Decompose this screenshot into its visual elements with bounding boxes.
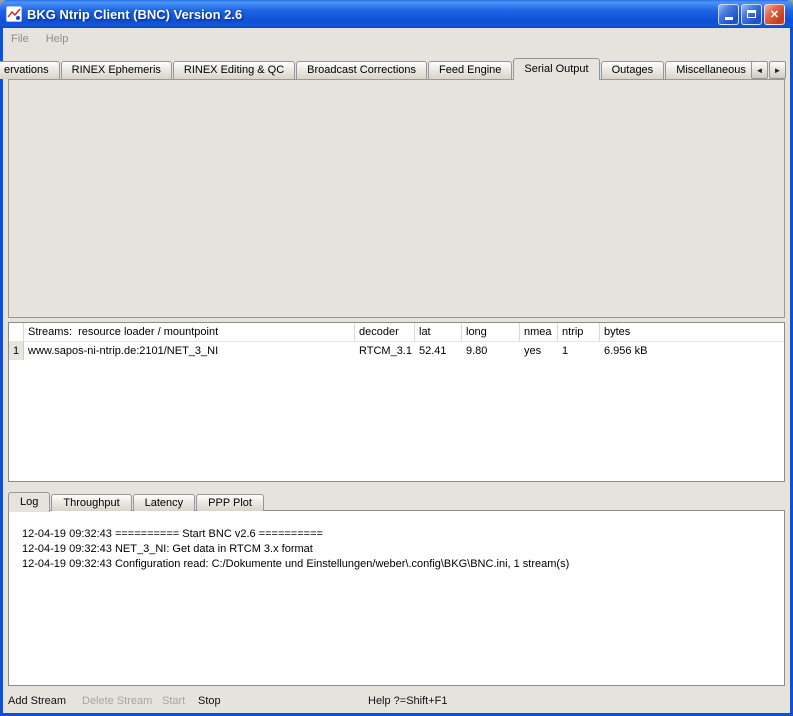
header-decoder[interactable]: decoder (355, 323, 415, 341)
table-row[interactable]: 1 www.sapos-ni-ntrip.de:2101/NET_3_NI RT… (9, 342, 784, 360)
minimize-button[interactable] (718, 4, 739, 25)
row-number: 1 (9, 342, 24, 360)
header-long[interactable]: long (462, 323, 520, 341)
tab-label: RINEX Ephemeris (72, 64, 161, 76)
tab-outages[interactable]: Outages (601, 61, 665, 79)
tab-label: Latency (145, 497, 184, 509)
tab-feed-engine[interactable]: Feed Engine (428, 61, 512, 79)
tab-label: Feed Engine (439, 64, 501, 76)
tab-label: Serial Output (524, 63, 588, 75)
corner-cell (9, 323, 24, 341)
cell-lat: 52.41 (415, 342, 462, 360)
tab-serial-output[interactable]: Serial Output (513, 58, 599, 80)
tab-scroll-right-button[interactable]: ► (769, 61, 786, 79)
log-line: 12-04-19 09:32:43 ========== Start BNC v… (22, 527, 774, 542)
header-lat[interactable]: lat (415, 323, 462, 341)
close-button[interactable]: ✕ (764, 4, 785, 25)
maximize-button[interactable] (741, 4, 762, 25)
header-ntrip[interactable]: ntrip (558, 323, 600, 341)
cell-mountpoint: www.sapos-ni-ntrip.de:2101/NET_3_NI (24, 342, 355, 360)
tab-label: Throughput (63, 497, 119, 509)
help-shortcut-label: Help ?=Shift+F1 (368, 694, 448, 708)
tab-rinex-ephemeris[interactable]: RINEX Ephemeris (61, 61, 172, 79)
bottom-tab-bar: Log Throughput Latency PPP Plot (8, 491, 265, 511)
tab-broadcast-corrections[interactable]: Broadcast Corrections (296, 61, 427, 79)
tab-label: ervations (4, 64, 49, 76)
scroll-left-icon: ◄ (756, 66, 764, 75)
stop-button[interactable]: Stop (198, 694, 221, 708)
cell-ntrip: 1 (558, 342, 600, 360)
cell-nmea: yes (520, 342, 558, 360)
client-area: File Help ervations RINEX Ephemeris RINE… (3, 28, 790, 713)
tab-observations[interactable]: ervations (0, 61, 60, 79)
menu-help[interactable]: Help (46, 33, 69, 45)
app-icon[interactable] (6, 6, 22, 22)
cell-long: 9.80 (462, 342, 520, 360)
start-button: Start (162, 694, 185, 708)
streams-table: Streams: resource loader / mountpoint de… (8, 322, 785, 482)
tab-label: Miscellaneous (676, 64, 746, 76)
log-line: 12-04-19 09:32:43 Configuration read: C:… (22, 557, 774, 572)
tab-miscellaneous[interactable]: Miscellaneous (665, 61, 757, 79)
tab-scroll-left-button[interactable]: ◄ (751, 61, 768, 79)
tab-label: Broadcast Corrections (307, 64, 416, 76)
header-bytes[interactable]: bytes (600, 323, 784, 341)
window-title: BKG Ntrip Client (BNC) Version 2.6 (27, 7, 713, 22)
add-stream-button[interactable]: Add Stream (8, 694, 66, 708)
close-icon: ✕ (770, 8, 779, 21)
menu-file[interactable]: File (11, 33, 29, 45)
tab-label: PPP Plot (208, 497, 252, 509)
log-line: 12-04-19 09:32:43 NET_3_NI: Get data in … (22, 542, 774, 557)
header-mountpoint[interactable]: Streams: resource loader / mountpoint (24, 323, 355, 341)
delete-stream-button: Delete Stream (82, 694, 152, 708)
scroll-right-icon: ► (774, 66, 782, 75)
minimize-icon (725, 17, 733, 20)
tab-throughput[interactable]: Throughput (51, 494, 131, 511)
tab-scroll-buttons: ◄ ► (750, 61, 786, 79)
tab-ppp-plot[interactable]: PPP Plot (196, 494, 264, 511)
tab-latency[interactable]: Latency (133, 494, 196, 511)
tab-label: Outages (612, 64, 654, 76)
log-output[interactable]: 12-04-19 09:32:43 ========== Start BNC v… (8, 510, 785, 686)
app-window: BKG Ntrip Client (BNC) Version 2.6 ✕ Fil… (0, 0, 793, 716)
window-controls: ✕ (718, 4, 785, 25)
maximize-icon (747, 10, 756, 18)
serial-output-pane (8, 79, 785, 318)
tab-log[interactable]: Log (8, 492, 50, 512)
tab-label: RINEX Editing & QC (184, 64, 284, 76)
menu-bar: File Help (3, 28, 790, 50)
title-bar[interactable]: BKG Ntrip Client (BNC) Version 2.6 ✕ (0, 0, 793, 28)
streams-table-header: Streams: resource loader / mountpoint de… (9, 323, 784, 342)
cell-decoder: RTCM_3.1 (355, 342, 415, 360)
main-tab-bar: ervations RINEX Ephemeris RINEX Editing … (3, 57, 758, 79)
tab-rinex-editing-qc[interactable]: RINEX Editing & QC (173, 61, 295, 79)
header-nmea[interactable]: nmea (520, 323, 558, 341)
tab-label: Log (20, 496, 38, 508)
cell-bytes: 6.956 kB (600, 342, 784, 360)
